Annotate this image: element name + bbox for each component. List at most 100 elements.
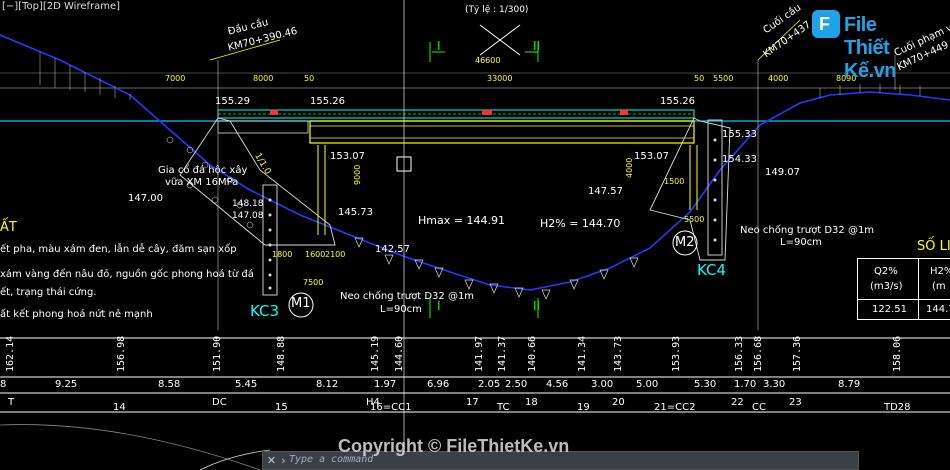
main-girder — [309, 120, 695, 144]
profile-elevation-value: 144.60 — [394, 335, 405, 372]
elevation-label: 154.33 — [722, 154, 757, 165]
logo-text: File Thiết Kế.vn — [844, 14, 896, 82]
note-mortar: vữa XM 16MPa — [165, 177, 239, 188]
dim-vertical: 4000 — [625, 157, 634, 178]
profile-elevation-value: 156.98 — [116, 335, 127, 372]
profile-point-label: CC — [752, 402, 766, 413]
anchor-left-label: Neo chống trượt D32 @1m — [340, 291, 475, 302]
profile-point-label: TD28 — [884, 402, 911, 413]
profile-point-label: 21=CC2 — [654, 402, 696, 413]
elevation-label: 153.07 — [330, 151, 365, 162]
profile-distance-value: 8.58 — [158, 379, 181, 390]
anchor-right-label: Neo chống trượt D32 @1m — [740, 225, 875, 236]
table-header-h: H2% — [930, 266, 950, 277]
profile-point-label: 16=CC1 — [370, 402, 412, 413]
profile-point-label: 23 — [789, 397, 802, 408]
profile-distance-value: 2.50 — [505, 379, 528, 390]
anchor-left-length: L=90cm — [380, 304, 422, 315]
dim-top: 50 — [304, 74, 315, 83]
profile-point-label: DC — [212, 397, 227, 408]
profile-elevation-value: 151.90 — [212, 335, 223, 372]
note-stone: Gia cố đá hộc xây — [158, 165, 248, 176]
pile-left-dots — [268, 198, 272, 290]
dim-bottom: 2100 — [325, 250, 346, 259]
scale-label: (Tỷ lệ : 1/300) — [465, 5, 529, 15]
dim-top: 33000 — [487, 74, 513, 83]
elevation-label: 155.26 — [310, 96, 345, 107]
elevation-label: 155.26 — [660, 96, 695, 107]
marker-m1: M1 — [291, 296, 311, 311]
profile-distance-value: 1.70 — [734, 379, 757, 390]
soil-line: ết pha, màu xám đen, lẫn dễ cây, đăm sạn… — [0, 244, 237, 255]
profile-distance-value: 5.00 — [636, 379, 659, 390]
table-heading: SỐ LI — [917, 239, 950, 254]
h2-label: H2% = 144.70 — [540, 217, 621, 230]
profile-elevation-value: 141.37 — [497, 335, 508, 372]
viewport-controls-label[interactable]: [−][Top][2D Wireframe] — [2, 2, 120, 12]
profile-point-label: TC — [497, 402, 510, 413]
elevation-label: 155.33 — [722, 129, 757, 140]
hmax-label: Hmax = 144.91 — [418, 214, 505, 227]
profile-elevation-value: 148.88 — [276, 335, 287, 372]
profile-elevation-value: 141.34 — [577, 335, 588, 372]
profile-elevation-value: 141.97 — [474, 335, 485, 372]
dim-1500: 1500 — [664, 177, 685, 186]
profile-elevation-value: 162.14 — [5, 335, 16, 372]
table-value-q: 122.51 — [872, 304, 907, 315]
section-mark: II — [533, 39, 541, 53]
elevation-label: 149.07 — [765, 167, 800, 178]
profile-elevation-value: 145.19 — [370, 335, 381, 372]
profile-elevation-value: 156.68 — [753, 335, 764, 372]
table-header-h-unit: (m — [932, 281, 946, 292]
label-kc3: KC3 — [250, 302, 280, 320]
dim-bottom: 1800 — [272, 250, 293, 259]
profile-point-label: 20 — [612, 397, 625, 408]
profile-elevation-value: 140.66 — [527, 335, 538, 372]
label-kc4: KC4 — [697, 261, 727, 279]
dim-bottom: 7500 — [303, 278, 324, 287]
slope-hatch-right — [819, 84, 921, 98]
profile-point-label: T — [8, 397, 15, 408]
dim-top: 8000 — [253, 74, 274, 83]
table-header-q-unit: (m3/s) — [870, 281, 903, 292]
logo-mark-icon: F — [812, 10, 840, 38]
pile-right-dots — [713, 138, 717, 242]
arc-bottom — [0, 424, 261, 470]
north-arrow-icon — [479, 24, 521, 56]
marker-m2: M2 — [675, 235, 695, 250]
elevation-label: 148.18 — [232, 199, 264, 209]
soil-line: ết, trạng thái cứng. — [0, 287, 97, 298]
anchor-right-length: L=90cm — [780, 237, 822, 248]
profile-distance-value: 5.30 — [694, 379, 717, 390]
profile-elevation-value: 158.06 — [892, 335, 903, 372]
dim-top: 7000 — [165, 74, 186, 83]
cad-drawing-window: [−][Top][2D Wireframe] (Tỷ lệ : 1/300) Đ… — [0, 0, 950, 470]
copyright-watermark: Copyright © FileThietKe.vn — [338, 436, 570, 456]
dim-5500b: 5500 — [684, 215, 705, 224]
profile-point-label: 18 — [525, 397, 538, 408]
profile-point-label: 17 — [466, 397, 479, 408]
table-value-h: 144.7 — [926, 304, 950, 315]
slope-hatch-left — [39, 52, 131, 100]
marker-red — [482, 110, 492, 115]
section-mark: I — [437, 39, 441, 53]
elevation-label: 153.07 — [634, 151, 669, 162]
profile-elevation-value: 153.93 — [671, 335, 682, 372]
profile-point-label: 15 — [275, 402, 288, 413]
profile-distance-value: 2.05 — [478, 379, 501, 390]
arc-bottom-2 — [199, 449, 271, 470]
profile-point-label: 19 — [577, 402, 590, 413]
profile-distance-value: 6.96 — [427, 379, 450, 390]
profile-elevation-value: 157.36 — [792, 335, 803, 372]
profile-distance-value: 3.00 — [591, 379, 614, 390]
dim-bottom: 1600 — [305, 250, 326, 259]
elevation-label: 142.57 — [375, 244, 410, 255]
profile-distance-value: 3.30 — [763, 379, 786, 390]
profile-distance-value: 8.12 — [316, 379, 339, 390]
dim-top: 50 — [694, 74, 705, 83]
profile-distance-value: 5.45 — [235, 379, 258, 390]
dim-46600: 46600 — [475, 56, 501, 65]
hydro-table: Q2% (m3/s) H2% (m 122.51 144.7 — [857, 258, 950, 320]
section-cut-marks — [429, 42, 539, 318]
section-mark: II — [533, 299, 541, 313]
